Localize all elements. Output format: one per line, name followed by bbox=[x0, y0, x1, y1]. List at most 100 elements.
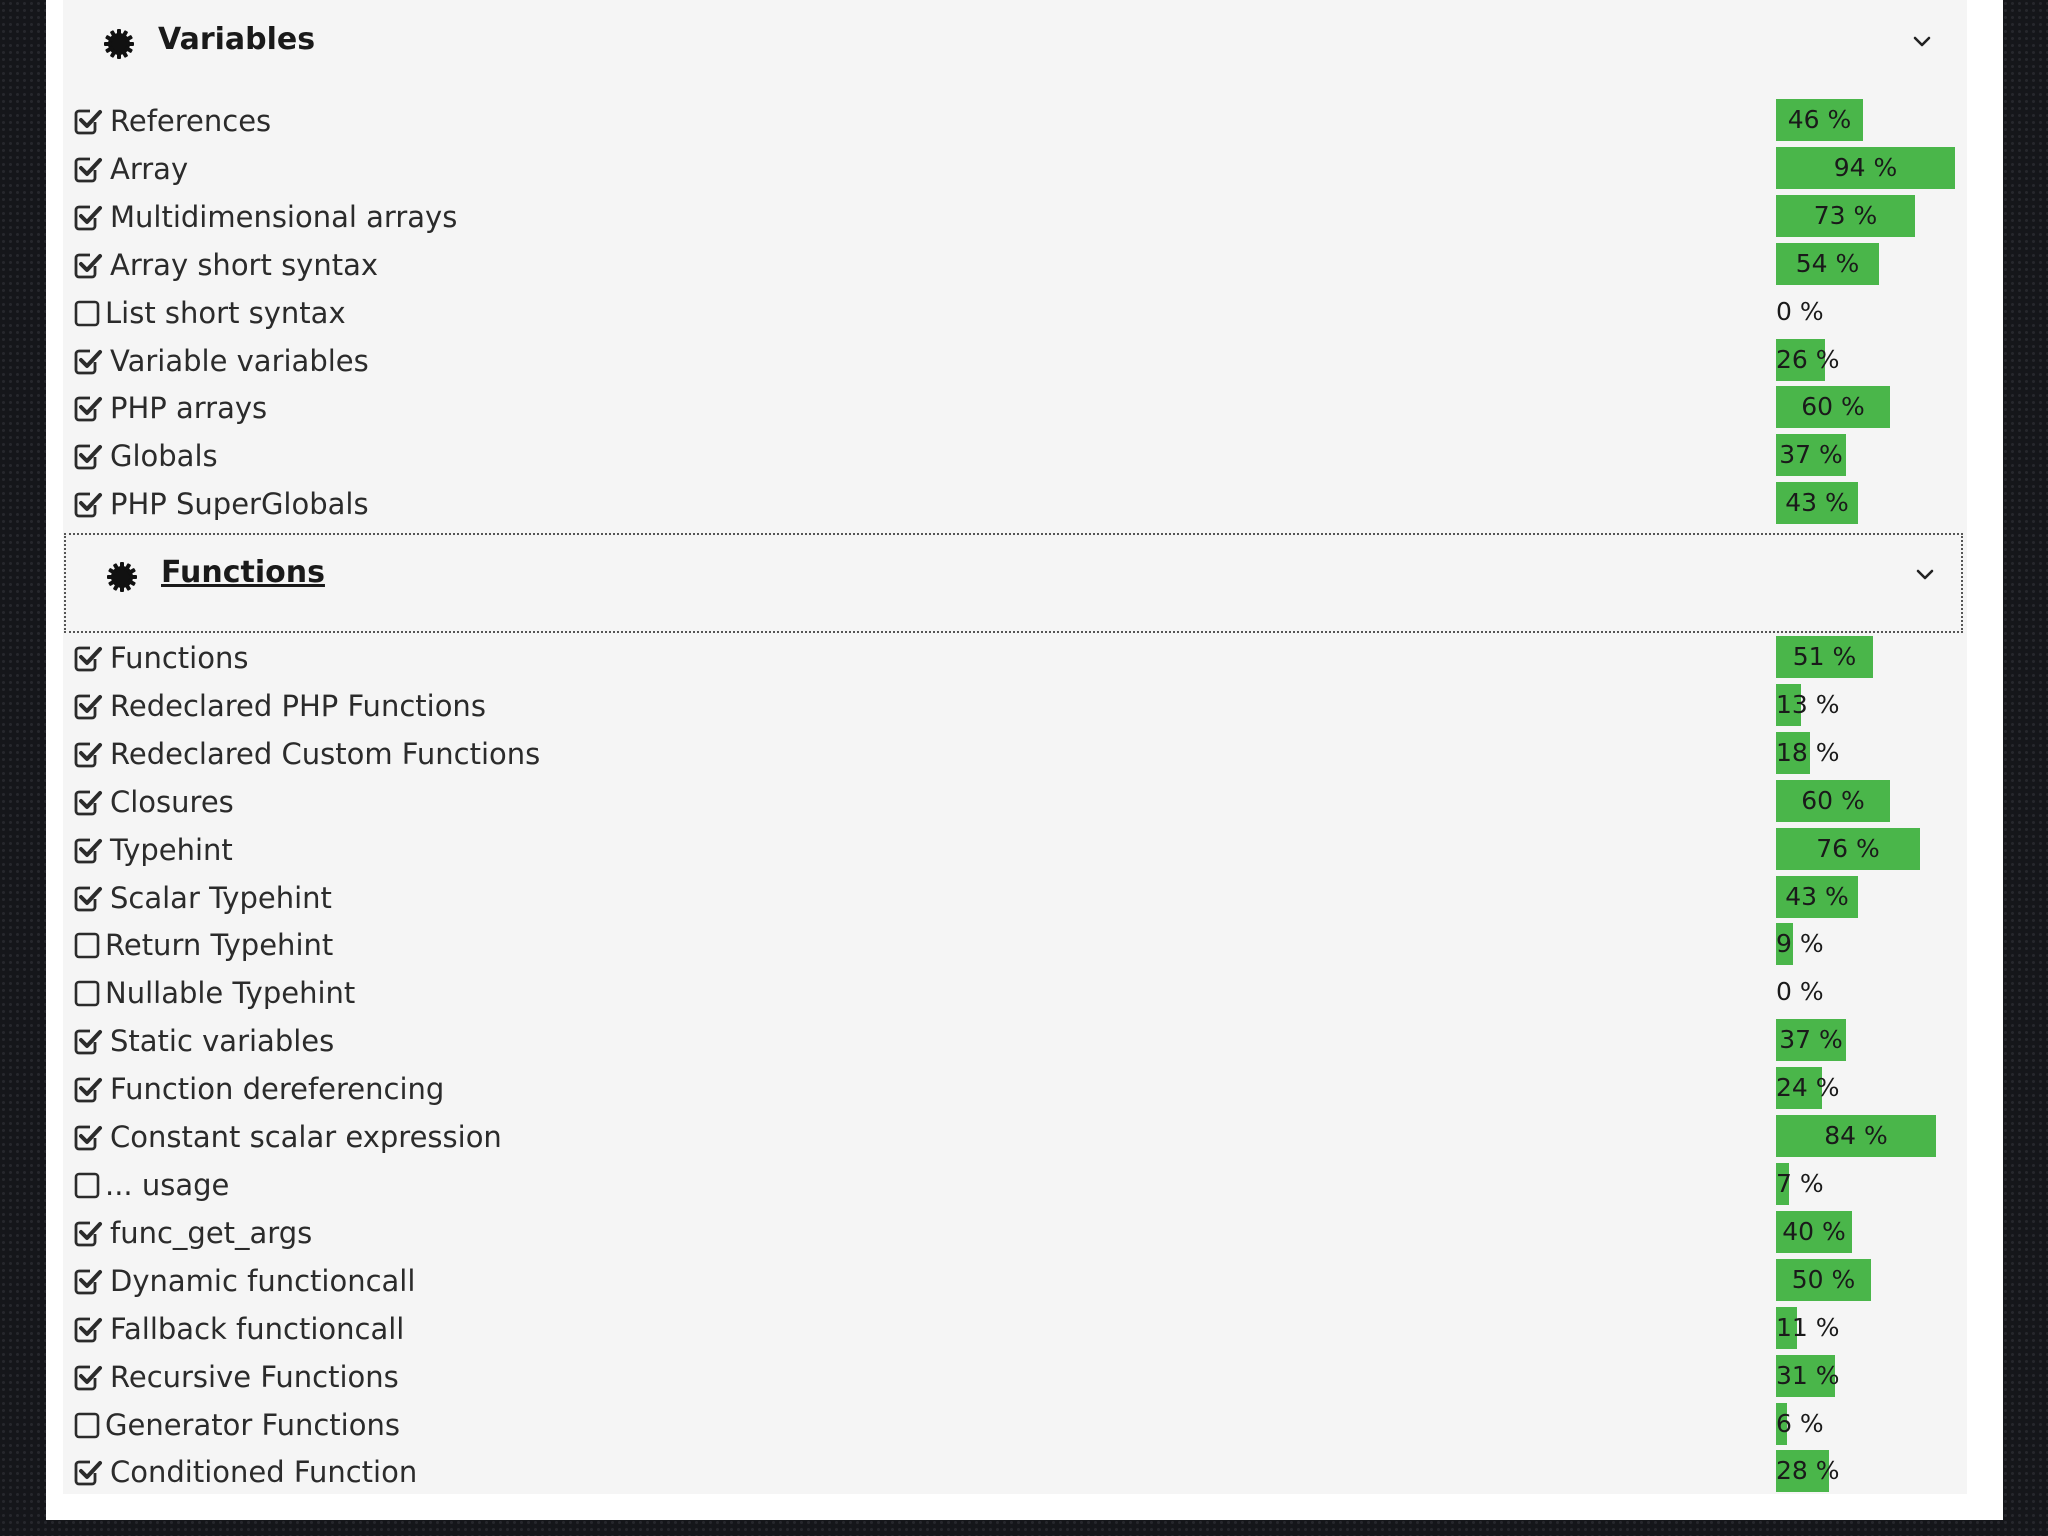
item-label: Multidimensional arrays bbox=[110, 200, 458, 234]
list-item: Array 94 % bbox=[63, 144, 1967, 192]
report-panel: Variables References 46 % Array 94 % Multidim… bbox=[63, 0, 1967, 1494]
checkbox-checked-icon[interactable] bbox=[73, 489, 103, 519]
percent-label: 51 % bbox=[1792, 642, 1857, 671]
checkbox-unchecked-icon[interactable] bbox=[73, 930, 103, 960]
item-label: Dynamic functioncall bbox=[110, 1264, 416, 1298]
checkbox-checked-icon[interactable] bbox=[73, 691, 103, 721]
percent-label: 24 % bbox=[1776, 1073, 1840, 1102]
percent-label: 9 % bbox=[1776, 929, 1824, 958]
percent-label: 43 % bbox=[1785, 488, 1849, 517]
checkbox-checked-icon[interactable] bbox=[73, 883, 103, 913]
checkbox-checked-icon[interactable] bbox=[73, 202, 103, 232]
checkbox-checked-icon[interactable] bbox=[73, 835, 103, 865]
item-label: Conditioned Function bbox=[110, 1455, 418, 1489]
item-label: Globals bbox=[110, 439, 218, 473]
gear-icon bbox=[104, 559, 140, 595]
percent-label: 43 % bbox=[1785, 882, 1849, 911]
list-item: Conditioned Function 28 % bbox=[63, 1447, 1967, 1495]
item-label: Array bbox=[110, 152, 189, 186]
chevron-down-icon[interactable] bbox=[1909, 559, 1941, 591]
list-item: ... usage 7 % bbox=[63, 1160, 1967, 1208]
percent-label: 31 % bbox=[1776, 1361, 1840, 1390]
checkbox-checked-icon[interactable] bbox=[73, 1362, 103, 1392]
checkbox-checked-icon[interactable] bbox=[73, 787, 103, 817]
list-item: Static variables 37 % bbox=[63, 1016, 1967, 1064]
checkbox-checked-icon[interactable] bbox=[73, 250, 103, 280]
percent-label: 0 % bbox=[1776, 977, 1824, 1006]
percent-label: 46 % bbox=[1787, 105, 1852, 134]
percent-label: 94 % bbox=[1833, 153, 1898, 182]
chevron-down-icon[interactable] bbox=[1906, 26, 1938, 58]
item-label: Constant scalar expression bbox=[110, 1120, 502, 1154]
list-item: PHP SuperGlobals 43 % bbox=[63, 479, 1967, 527]
checkbox-checked-icon[interactable] bbox=[73, 1026, 103, 1056]
list-item: Fallback functioncall 11 % bbox=[63, 1304, 1967, 1352]
section-title[interactable]: Functions bbox=[161, 555, 325, 590]
percent-label: 60 % bbox=[1801, 392, 1865, 421]
checkbox-checked-icon[interactable] bbox=[73, 1457, 103, 1487]
percent-label: 76 % bbox=[1816, 834, 1880, 863]
list-item: List short syntax 0 % bbox=[63, 288, 1967, 336]
list-item: Recursive Functions 31 % bbox=[63, 1352, 1967, 1400]
checkbox-checked-icon[interactable] bbox=[73, 346, 103, 376]
list-item: Redeclared Custom Functions 18 % bbox=[63, 729, 1967, 777]
percent-label: 40 % bbox=[1782, 1217, 1846, 1246]
checkbox-unchecked-icon[interactable] bbox=[73, 978, 103, 1008]
item-label: Redeclared PHP Functions bbox=[110, 689, 486, 723]
list-item: Array short syntax 54 % bbox=[63, 240, 1967, 288]
percent-label: 0 % bbox=[1776, 297, 1824, 326]
percent-label: 37 % bbox=[1779, 440, 1843, 469]
checkbox-unchecked-icon[interactable] bbox=[73, 1410, 103, 1440]
list-item: Globals 37 % bbox=[63, 431, 1967, 479]
item-label: Static variables bbox=[110, 1024, 335, 1058]
item-label: func_get_args bbox=[110, 1216, 313, 1250]
percent-label: 54 % bbox=[1795, 249, 1860, 278]
item-label: Scalar Typehint bbox=[110, 881, 332, 915]
checkbox-checked-icon[interactable] bbox=[73, 1314, 103, 1344]
checkbox-checked-icon[interactable] bbox=[73, 1218, 103, 1248]
section-header-variables[interactable]: Variables bbox=[63, 0, 1967, 96]
checkbox-checked-icon[interactable] bbox=[73, 1266, 103, 1296]
list-item: PHP arrays 60 % bbox=[63, 383, 1967, 431]
section-title[interactable]: Variables bbox=[158, 22, 315, 57]
checkbox-checked-icon[interactable] bbox=[73, 106, 103, 136]
item-label: List short syntax bbox=[105, 296, 346, 330]
item-label: Function dereferencing bbox=[110, 1072, 445, 1106]
percent-label: 13 % bbox=[1776, 690, 1840, 719]
gear-icon bbox=[101, 26, 137, 62]
section-header-functions[interactable]: Functions bbox=[64, 533, 1963, 634]
checkbox-checked-icon[interactable] bbox=[73, 1122, 103, 1152]
checkbox-checked-icon[interactable] bbox=[73, 393, 103, 423]
checkbox-checked-icon[interactable] bbox=[73, 643, 103, 673]
checkbox-unchecked-icon[interactable] bbox=[73, 1170, 103, 1200]
item-label: Return Typehint bbox=[105, 928, 334, 962]
report-frame: Variables References 46 % Array 94 % Multidim… bbox=[46, 0, 2003, 1520]
item-label: Generator Functions bbox=[105, 1408, 400, 1442]
percent-label: 60 % bbox=[1801, 786, 1865, 815]
percent-label: 11 % bbox=[1776, 1313, 1840, 1342]
list-item: Typehint 76 % bbox=[63, 825, 1967, 873]
checkbox-checked-icon[interactable] bbox=[73, 739, 103, 769]
list-item: Functions 51 % bbox=[63, 633, 1967, 681]
item-label: PHP arrays bbox=[110, 391, 268, 425]
percent-label: 6 % bbox=[1776, 1409, 1824, 1438]
list-item: Return Typehint 9 % bbox=[63, 920, 1967, 968]
item-label: Array short syntax bbox=[110, 248, 379, 282]
list-item: Multidimensional arrays 73 % bbox=[63, 192, 1967, 240]
list-item: Dynamic functioncall 50 % bbox=[63, 1256, 1967, 1304]
item-label: Closures bbox=[110, 785, 234, 819]
percent-label: 7 % bbox=[1776, 1169, 1824, 1198]
checkbox-checked-icon[interactable] bbox=[73, 154, 103, 184]
item-label: ... usage bbox=[105, 1168, 230, 1202]
checkbox-unchecked-icon[interactable] bbox=[73, 298, 103, 328]
percent-label: 26 % bbox=[1776, 345, 1840, 374]
item-label: Nullable Typehint bbox=[105, 976, 356, 1010]
percent-label: 37 % bbox=[1779, 1025, 1843, 1054]
checkbox-checked-icon[interactable] bbox=[73, 441, 103, 471]
percent-label: 18 % bbox=[1776, 738, 1840, 767]
percent-label: 28 % bbox=[1776, 1456, 1840, 1485]
list-item: Function dereferencing 24 % bbox=[63, 1064, 1967, 1112]
checkbox-checked-icon[interactable] bbox=[73, 1074, 103, 1104]
list-item: References 46 % bbox=[63, 96, 1967, 144]
percent-label: 84 % bbox=[1824, 1121, 1888, 1150]
